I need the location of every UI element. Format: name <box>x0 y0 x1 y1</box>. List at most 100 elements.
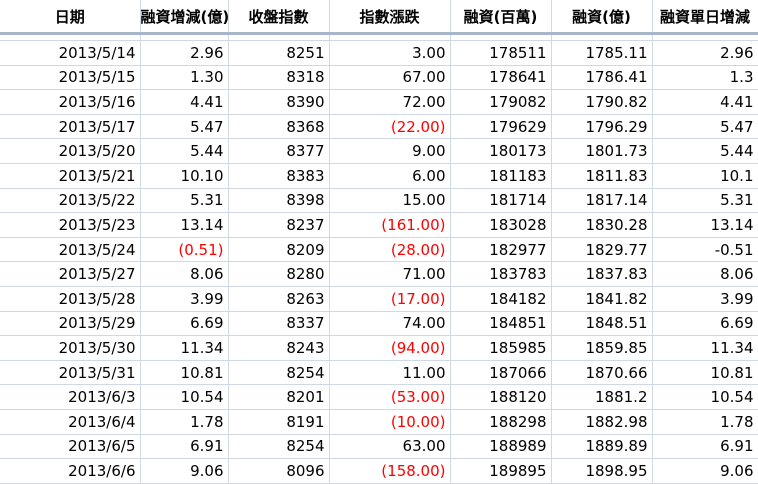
cell-close-index[interactable]: 8251 <box>228 40 330 66</box>
cell-margin-change[interactable]: 11.34 <box>140 335 229 361</box>
cell-margin-million[interactable]: 185985 <box>450 335 552 361</box>
cell-margin-million[interactable]: 179629 <box>450 114 552 140</box>
cell-margin-change[interactable]: 13.14 <box>140 212 229 238</box>
cell-margin-100m[interactable]: 1811.83 <box>551 163 653 189</box>
cell-daily-change[interactable]: 4.41 <box>652 89 758 115</box>
cell-margin-100m[interactable]: 1790.82 <box>551 89 653 115</box>
cell-margin-million[interactable]: 184182 <box>450 286 552 312</box>
header-close-index[interactable]: 收盤指數 <box>228 0 330 35</box>
cell-close-index[interactable]: 8337 <box>228 311 330 337</box>
cell-margin-million[interactable]: 183783 <box>450 261 552 287</box>
cell-date[interactable]: 2013/5/22 <box>0 188 141 214</box>
cell-margin-change[interactable]: 10.10 <box>140 163 229 189</box>
cell-daily-change[interactable]: 13.14 <box>652 212 758 238</box>
cell[interactable] <box>329 33 451 41</box>
cell-margin-million[interactable]: 180173 <box>450 138 552 164</box>
cell-close-index[interactable]: 8096 <box>228 458 330 484</box>
cell-index-change[interactable]: 67.00 <box>329 65 451 91</box>
cell-margin-million[interactable]: 179082 <box>450 89 552 115</box>
cell-index-change[interactable]: (10.00) <box>329 409 451 435</box>
cell-close-index[interactable]: 8209 <box>228 237 330 263</box>
cell-date[interactable]: 2013/5/17 <box>0 114 141 140</box>
cell-close-index[interactable]: 8243 <box>228 335 330 361</box>
cell-index-change[interactable]: (22.00) <box>329 114 451 140</box>
cell-margin-100m[interactable]: 1830.28 <box>551 212 653 238</box>
cell-index-change[interactable]: 3.00 <box>329 40 451 66</box>
cell-index-change[interactable]: 72.00 <box>329 89 451 115</box>
cell-margin-million[interactable]: 183028 <box>450 212 552 238</box>
cell-daily-change[interactable]: 2.96 <box>652 40 758 66</box>
cell-margin-million[interactable]: 182977 <box>450 237 552 263</box>
cell-index-change[interactable]: 74.00 <box>329 311 451 337</box>
cell[interactable] <box>652 33 758 41</box>
cell-date[interactable]: 2013/5/24 <box>0 237 141 263</box>
cell-date[interactable]: 2013/5/31 <box>0 360 141 386</box>
cell-margin-100m[interactable]: 1829.77 <box>551 237 653 263</box>
cell-margin-change[interactable]: 10.54 <box>140 384 229 410</box>
cell-index-change[interactable]: (94.00) <box>329 335 451 361</box>
cell-daily-change[interactable]: 5.47 <box>652 114 758 140</box>
cell-daily-change[interactable]: 6.91 <box>652 434 758 460</box>
cell-daily-change[interactable]: 5.44 <box>652 138 758 164</box>
cell-daily-change[interactable]: 10.1 <box>652 163 758 189</box>
header-margin-million[interactable]: 融資(百萬) <box>450 0 552 35</box>
cell-margin-change[interactable]: 10.81 <box>140 360 229 386</box>
cell-margin-million[interactable]: 189895 <box>450 458 552 484</box>
cell-close-index[interactable]: 8318 <box>228 65 330 91</box>
cell-date[interactable]: 2013/6/4 <box>0 409 141 435</box>
cell-margin-change[interactable]: 1.30 <box>140 65 229 91</box>
header-margin-100m[interactable]: 融資(億) <box>551 0 653 35</box>
cell[interactable] <box>0 33 141 41</box>
cell-index-change[interactable]: 11.00 <box>329 360 451 386</box>
cell-date[interactable]: 2013/5/21 <box>0 163 141 189</box>
cell-margin-100m[interactable]: 1870.66 <box>551 360 653 386</box>
cell-date[interactable]: 2013/6/3 <box>0 384 141 410</box>
cell-close-index[interactable]: 8390 <box>228 89 330 115</box>
cell-margin-100m[interactable]: 1837.83 <box>551 261 653 287</box>
cell-daily-change[interactable]: 1.3 <box>652 65 758 91</box>
header-date[interactable]: 日期 <box>0 0 141 35</box>
cell-date[interactable]: 2013/5/23 <box>0 212 141 238</box>
cell[interactable] <box>228 33 330 41</box>
header-margin-change[interactable]: 融資增減(億) <box>140 0 229 35</box>
cell-index-change[interactable]: 15.00 <box>329 188 451 214</box>
cell-margin-change[interactable]: 1.78 <box>140 409 229 435</box>
cell-margin-100m[interactable]: 1841.82 <box>551 286 653 312</box>
cell-date[interactable]: 2013/5/15 <box>0 65 141 91</box>
cell-margin-million[interactable]: 188120 <box>450 384 552 410</box>
cell-daily-change[interactable]: 6.69 <box>652 311 758 337</box>
cell-close-index[interactable]: 8280 <box>228 261 330 287</box>
cell-margin-100m[interactable]: 1889.89 <box>551 434 653 460</box>
cell-index-change[interactable]: 9.00 <box>329 138 451 164</box>
cell-index-change[interactable]: (158.00) <box>329 458 451 484</box>
cell-daily-change[interactable]: 11.34 <box>652 335 758 361</box>
cell-margin-change[interactable]: 5.44 <box>140 138 229 164</box>
cell-margin-100m[interactable]: 1881.2 <box>551 384 653 410</box>
cell-date[interactable]: 2013/5/30 <box>0 335 141 361</box>
cell-margin-100m[interactable]: 1785.11 <box>551 40 653 66</box>
cell-index-change[interactable]: 6.00 <box>329 163 451 189</box>
cell-index-change[interactable]: (53.00) <box>329 384 451 410</box>
cell-margin-change[interactable]: (0.51) <box>140 237 229 263</box>
cell-daily-change[interactable]: 3.99 <box>652 286 758 312</box>
cell-margin-million[interactable]: 181714 <box>450 188 552 214</box>
cell-date[interactable]: 2013/5/16 <box>0 89 141 115</box>
cell-daily-change[interactable]: 10.81 <box>652 360 758 386</box>
cell-index-change[interactable]: 71.00 <box>329 261 451 287</box>
cell-index-change[interactable]: (17.00) <box>329 286 451 312</box>
cell-close-index[interactable]: 8383 <box>228 163 330 189</box>
cell-daily-change[interactable]: 10.54 <box>652 384 758 410</box>
cell-margin-100m[interactable]: 1817.14 <box>551 188 653 214</box>
cell-margin-change[interactable]: 3.99 <box>140 286 229 312</box>
cell-date[interactable]: 2013/5/20 <box>0 138 141 164</box>
cell-daily-change[interactable]: 1.78 <box>652 409 758 435</box>
cell-margin-change[interactable]: 6.69 <box>140 311 229 337</box>
cell-margin-100m[interactable]: 1801.73 <box>551 138 653 164</box>
cell-index-change[interactable]: (28.00) <box>329 237 451 263</box>
cell-close-index[interactable]: 8237 <box>228 212 330 238</box>
header-daily-change[interactable]: 融資單日增減 <box>652 0 758 35</box>
cell-close-index[interactable]: 8377 <box>228 138 330 164</box>
cell[interactable] <box>140 33 229 41</box>
cell-margin-100m[interactable]: 1848.51 <box>551 311 653 337</box>
cell-margin-change[interactable]: 8.06 <box>140 261 229 287</box>
